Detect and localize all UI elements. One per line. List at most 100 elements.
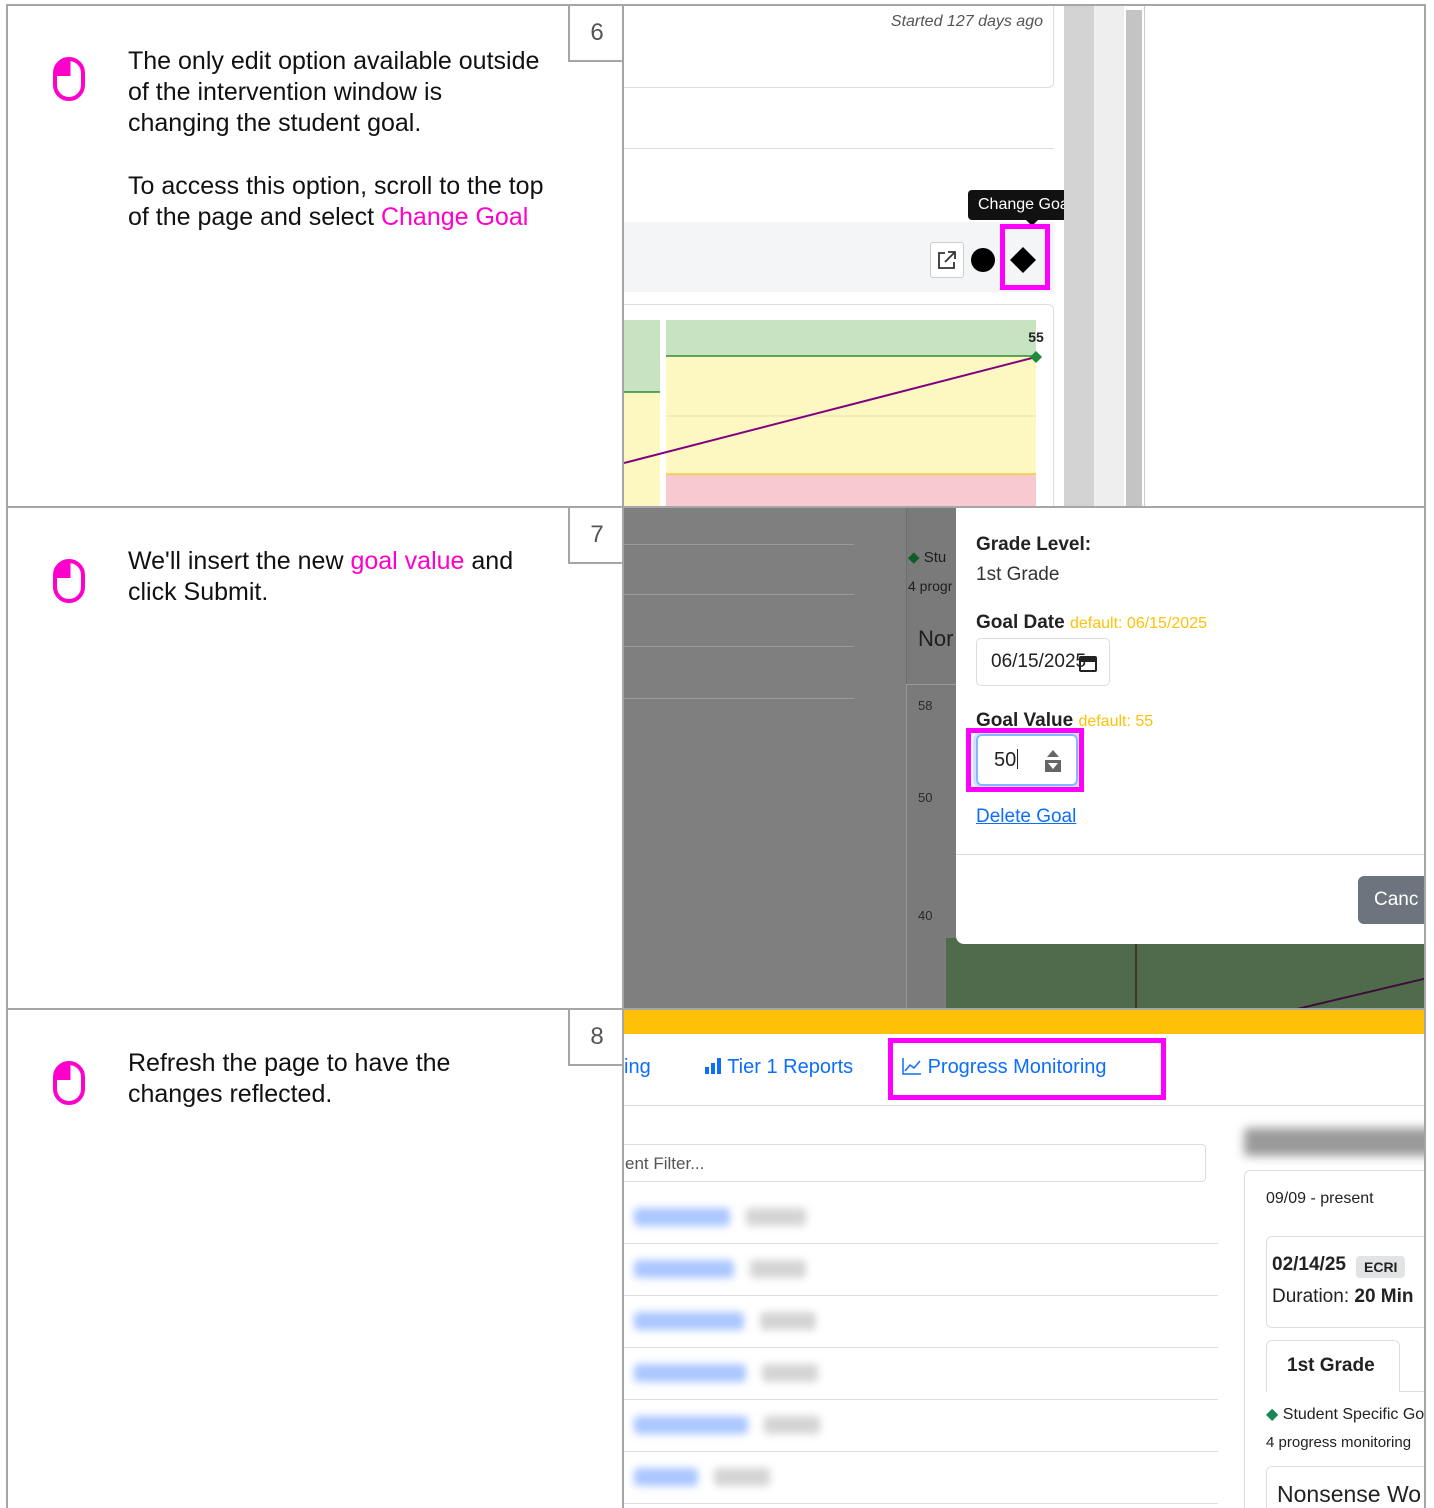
goal-value-default: default: 55 <box>1078 713 1154 730</box>
scrollbar-track[interactable] <box>1064 6 1094 506</box>
scrollbar-gutter <box>1094 6 1124 506</box>
goal-date-label-text: Goal Date <box>976 612 1065 633</box>
top-banner <box>624 1010 1424 1034</box>
session-card <box>1266 1236 1424 1328</box>
blurred-name <box>634 1416 748 1434</box>
list-item[interactable] <box>624 1452 1218 1504</box>
change-goal-highlight: Change Goal <box>380 203 529 231</box>
background-heading: Nor <box>918 626 954 651</box>
step-number: 8 <box>568 1010 624 1066</box>
list-item[interactable] <box>624 1348 1218 1400</box>
intervention-card: Started 127 days ago <box>624 6 1054 88</box>
change-goal-modal: Grade Level: 1st Grade Goal Date default… <box>956 508 1424 944</box>
delete-goal-link[interactable]: Delete Goal <box>976 806 1076 828</box>
goal-date-default: default: 06/15/2025 <box>1069 615 1207 632</box>
step-7-paragraph-1: We'll insert the new goal value and clic… <box>128 546 548 608</box>
tab-underline <box>1400 1391 1424 1392</box>
cancel-button[interactable]: Canc <box>1358 876 1424 924</box>
measure-card: Nonsense Wo <box>1266 1466 1424 1508</box>
goal-legend: ◆ Student Specific Go <box>1266 1404 1424 1424</box>
blurred-name <box>634 1468 698 1486</box>
session-duration: Duration: 20 Min <box>1272 1286 1414 1308</box>
goal-date-input[interactable]: 06/15/2025 <box>976 638 1110 686</box>
axis-tick: 40 <box>918 908 933 923</box>
modal-footer-divider <box>956 854 1424 855</box>
intervention-card <box>1244 1170 1424 1508</box>
step-6-paragraph-2: To access this option, scroll to the top… <box>128 171 548 233</box>
scrollbar-thumb[interactable] <box>1126 10 1142 506</box>
blurred-id <box>762 1364 818 1382</box>
list-item[interactable] <box>624 1400 1218 1452</box>
panel-divider <box>1144 6 1145 506</box>
diamond-icon: ◆ <box>1266 1406 1279 1423</box>
step-8-panel: Refresh the page to have the changes ref… <box>6 1008 1426 1508</box>
screenshot-change-goal: Started 127 days ago Change Goal 55 <box>622 6 1424 506</box>
goal-value-highlight: goal value <box>350 547 465 575</box>
blurred-id <box>750 1260 806 1278</box>
step-number: 6 <box>568 6 624 62</box>
student-filter-input[interactable]: ent Filter... <box>624 1144 1206 1182</box>
step-7-panel: We'll insert the new goal value and clic… <box>6 506 1426 1010</box>
divider <box>624 148 1054 149</box>
background-progress-text: 4 progr <box>908 578 953 594</box>
highlight-box <box>1000 224 1050 290</box>
background-goal-legend: ◆ Stu <box>908 549 947 566</box>
step-7-text: We'll insert the new goal value and clic… <box>128 546 548 640</box>
grade-level-label: Grade Level: <box>976 534 1092 555</box>
step-8-instructions: Refresh the page to have the changes ref… <box>8 1010 624 1508</box>
background-row-line <box>624 646 854 647</box>
step-7-text-pre: We'll insert the new <box>128 547 351 575</box>
axis-tick: 58 <box>918 698 933 713</box>
background-row-line <box>624 544 854 545</box>
session-date: 02/14/25 <box>1272 1254 1346 1275</box>
blurred-id <box>760 1312 816 1330</box>
step-7-instructions: We'll insert the new goal value and clic… <box>8 508 624 1008</box>
highlight-box <box>888 1038 1166 1100</box>
step-number: 7 <box>568 508 624 564</box>
list-item[interactable] <box>624 1296 1218 1348</box>
blurred-name <box>634 1364 746 1382</box>
goal-date-value: 06/15/2025 <box>991 651 1087 672</box>
blurred-id <box>764 1416 820 1434</box>
background-marker-text: Stu <box>923 549 947 566</box>
session-badge: ECRI <box>1356 1256 1406 1278</box>
calendar-icon[interactable] <box>1079 654 1097 672</box>
intervention-period: 09/09 - present <box>1266 1190 1374 1207</box>
blurred-name <box>634 1260 734 1278</box>
bar-chart-icon <box>705 1058 721 1074</box>
background-row-line <box>624 594 854 595</box>
mouse-click-icon <box>52 56 86 102</box>
circle-icon[interactable] <box>966 242 1000 278</box>
step-6-panel: The only edit option available outside o… <box>6 4 1426 508</box>
blurred-id <box>746 1208 806 1226</box>
tab-partial[interactable]: ing <box>624 1056 651 1079</box>
grade-level-value: 1st Grade <box>976 564 1060 585</box>
goal-marker-label: 55 <box>1028 329 1044 345</box>
axis-tick: 50 <box>918 790 933 805</box>
mouse-click-icon <box>52 558 86 604</box>
goal-legend-text: Student Specific Go <box>1282 1406 1424 1423</box>
highlight-box <box>966 728 1084 792</box>
step-6-text: The only edit option available outside o… <box>128 46 548 265</box>
mouse-click-icon <box>52 1060 86 1106</box>
step-6-instructions: The only edit option available outside o… <box>8 6 624 506</box>
background-row-line <box>624 698 854 699</box>
progress-chart: 55 <box>624 320 1044 506</box>
list-item[interactable] <box>624 1192 1218 1244</box>
blurred-name <box>634 1208 730 1226</box>
duration-label: Duration: <box>1272 1286 1355 1307</box>
external-link-icon[interactable] <box>930 242 964 278</box>
step-8-text: Refresh the page to have the changes ref… <box>128 1048 548 1142</box>
tab-1st-grade[interactable]: 1st Grade <box>1266 1340 1400 1392</box>
blurred-name <box>634 1312 744 1330</box>
progress-monitoring-count: 4 progress monitoring <box>1266 1434 1412 1451</box>
duration-value: 20 Min <box>1354 1286 1414 1307</box>
started-text: Started 127 days ago <box>890 13 1043 30</box>
tab-tier-1-reports[interactable]: Tier 1 Reports <box>704 1056 853 1079</box>
tab-tier-1-label: Tier 1 Reports <box>727 1056 854 1078</box>
blurred-student-name <box>1244 1128 1424 1156</box>
blurred-id <box>714 1468 770 1486</box>
screenshot-goal-modal: ◆ Stu 4 progr Nor 58 50 40 Grade Level: … <box>622 508 1424 1008</box>
list-item[interactable] <box>624 1244 1218 1296</box>
goal-date-label: Goal Date default: 06/15/2025 <box>976 612 1207 634</box>
